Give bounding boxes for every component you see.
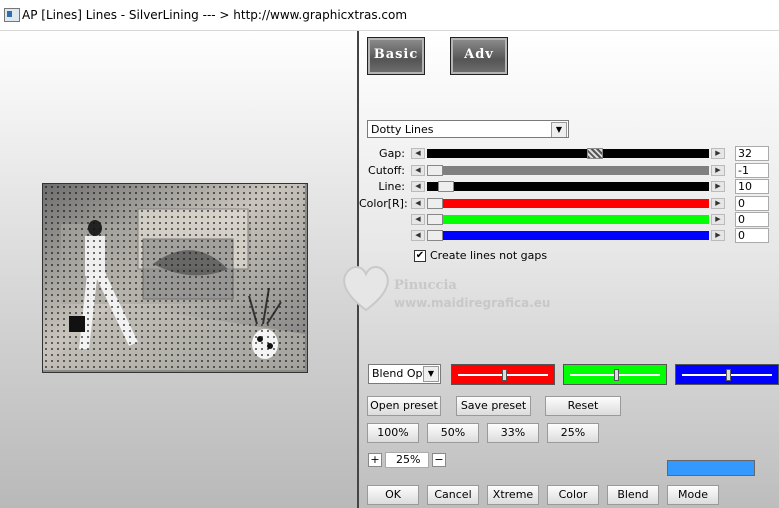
slider-label: Cutoff: — [368, 164, 405, 177]
slider-fill — [427, 182, 709, 191]
arrow-right-icon[interactable]: ▶ — [711, 165, 725, 176]
open-preset-button[interactable]: Open preset — [367, 396, 441, 416]
arrow-right-icon[interactable]: ▶ — [711, 230, 725, 241]
slider-label: Gap: — [379, 147, 405, 160]
chevron-down-icon[interactable]: ▼ — [551, 122, 567, 137]
arrow-left-icon[interactable]: ◀ — [411, 230, 425, 241]
basic-mode-button[interactable]: Basic — [367, 37, 425, 75]
arrow-left-icon[interactable]: ◀ — [411, 214, 425, 225]
arrow-left-icon[interactable]: ◀ — [411, 165, 425, 176]
slider-thumb[interactable] — [438, 181, 454, 192]
slider-fill — [427, 149, 709, 158]
slider-thumb[interactable] — [427, 198, 443, 209]
arrow-left-icon[interactable]: ◀ — [411, 148, 425, 159]
watermark-name: Pinuccia — [394, 278, 457, 293]
blend-channel-thumb[interactable] — [614, 369, 619, 381]
arrow-left-icon[interactable]: ◀ — [411, 181, 425, 192]
chevron-down-icon[interactable]: ▼ — [423, 366, 439, 382]
effect-dropdown[interactable]: Dotty Lines ▼ — [367, 120, 569, 138]
slider-track[interactable]: ◀ ▶ — [411, 165, 725, 176]
arrow-right-icon[interactable]: ▶ — [711, 148, 725, 159]
zoom-33-button[interactable]: 33% — [487, 423, 539, 443]
zoom-50-button[interactable]: 50% — [427, 423, 479, 443]
slider-fill — [427, 199, 709, 208]
slider-track[interactable]: ◀ ▶ — [411, 148, 725, 159]
slider-thumb[interactable] — [427, 214, 443, 225]
heart-icon — [343, 266, 389, 312]
zoom-100-button[interactable]: 100% — [367, 423, 419, 443]
zoom-minus-button[interactable]: − — [432, 453, 446, 467]
slider-track[interactable]: ◀ ▶ — [411, 198, 725, 209]
color-swatch[interactable] — [667, 460, 755, 476]
slider-thumb[interactable] — [427, 230, 443, 241]
reset-button[interactable]: Reset — [545, 396, 621, 416]
blend-channel-slider[interactable] — [451, 364, 555, 385]
slider-thumb[interactable] — [587, 148, 603, 159]
blend-options-dropdown[interactable]: Blend Optio ▼ — [368, 364, 441, 384]
arrow-right-icon[interactable]: ▶ — [711, 198, 725, 209]
slider-label: Line: — [378, 180, 405, 193]
blend-channel-slider[interactable] — [675, 364, 779, 385]
slider-value-field[interactable]: -1 — [735, 163, 769, 178]
blend-channel-thumb[interactable] — [502, 369, 507, 381]
blend-channel-thumb[interactable] — [726, 369, 731, 381]
ok-button[interactable]: OK — [367, 485, 419, 505]
cancel-button[interactable]: Cancel — [427, 485, 479, 505]
slider-thumb[interactable] — [427, 165, 443, 176]
slider-track[interactable]: ◀ ▶ — [411, 181, 725, 192]
watermark: Pinuccia www.maidiregrafica.eu — [336, 258, 576, 328]
mode-button[interactable]: Mode — [667, 485, 719, 505]
title-bar: AP [Lines] Lines - SilverLining --- > ht… — [0, 0, 779, 31]
zoom-plus-button[interactable]: + — [368, 453, 382, 467]
slider-fill — [427, 166, 709, 175]
effect-dropdown-value: Dotty Lines — [371, 123, 434, 136]
slider-value-field[interactable]: 0 — [735, 212, 769, 227]
xtreme-button[interactable]: Xtreme — [487, 485, 539, 505]
slider-track[interactable]: ◀ ▶ — [411, 230, 725, 241]
slider-fill — [427, 215, 709, 224]
color-button[interactable]: Color — [547, 485, 599, 505]
preview-artwork — [43, 184, 305, 370]
arrow-right-icon[interactable]: ▶ — [711, 214, 725, 225]
slider-value-field[interactable]: 0 — [735, 228, 769, 243]
slider-fill — [427, 231, 709, 240]
zoom-value-field[interactable]: 25% — [385, 452, 429, 468]
watermark-url: www.maidiregrafica.eu — [394, 296, 551, 310]
slider-track[interactable]: ◀ ▶ — [411, 214, 725, 225]
slider-value-field[interactable]: 10 — [735, 179, 769, 194]
blend-button[interactable]: Blend — [607, 485, 659, 505]
save-preset-button[interactable]: Save preset — [456, 396, 531, 416]
app-icon — [4, 8, 20, 22]
arrow-right-icon[interactable]: ▶ — [711, 181, 725, 192]
preview-image[interactable] — [42, 183, 308, 373]
slider-label: Color[R]: — [359, 197, 408, 210]
window-title: AP [Lines] Lines - SilverLining --- > ht… — [22, 8, 408, 22]
zoom-25-button[interactable]: 25% — [547, 423, 599, 443]
arrow-left-icon[interactable]: ◀ — [411, 198, 425, 209]
slider-value-field[interactable]: 0 — [735, 196, 769, 211]
slider-value-field[interactable]: 32 — [735, 146, 769, 161]
blend-channel-slider[interactable] — [563, 364, 667, 385]
adv-mode-button[interactable]: Adv — [450, 37, 508, 75]
